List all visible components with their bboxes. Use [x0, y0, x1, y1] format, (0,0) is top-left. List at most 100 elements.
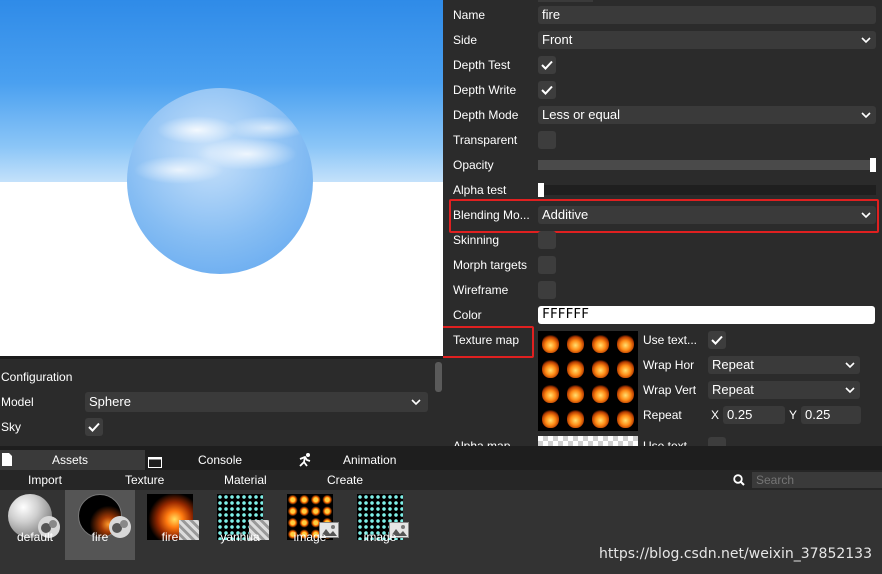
- transparent-label: Transparent: [453, 133, 518, 147]
- checkmark-icon: [88, 422, 100, 432]
- checkmark-icon: [541, 85, 553, 95]
- search-input[interactable]: [752, 472, 882, 488]
- fire-sprite-frame: [542, 359, 559, 378]
- config-scrollbar[interactable]: [435, 362, 442, 392]
- fire-sprite-frame: [592, 359, 609, 378]
- opacity-label: Opacity: [453, 158, 494, 172]
- wireframe-checkbox[interactable]: [538, 281, 556, 299]
- texture-button[interactable]: Texture: [125, 473, 164, 487]
- material-inspector: Name fire Side Front Depth Test Depth Wr…: [443, 0, 882, 446]
- name-input[interactable]: fire: [538, 6, 876, 24]
- depth-mode-label: Depth Mode: [453, 108, 519, 122]
- fire-sprite-frame: [592, 384, 609, 403]
- repeat-x-input[interactable]: 0.25: [723, 406, 785, 424]
- repeat-y-label: Y: [789, 408, 798, 422]
- color-value: FFFFFF: [542, 307, 589, 322]
- tab-assets[interactable]: Assets: [0, 450, 145, 470]
- model-select[interactable]: Sphere: [85, 392, 428, 412]
- skinning-checkbox[interactable]: [538, 231, 556, 249]
- asset-label: fire: [161, 530, 179, 544]
- alpha-test-slider[interactable]: [538, 183, 876, 197]
- alpha-map-preview[interactable]: [538, 436, 638, 446]
- texture-map-preview[interactable]: [538, 331, 638, 431]
- use-texture-label: Use text...: [643, 333, 698, 347]
- asset-item[interactable]: image: [345, 490, 415, 560]
- alpha-map-label: Alpha map: [453, 439, 511, 446]
- configuration-title: Configuration: [1, 370, 73, 384]
- tab-assets-label: Assets: [52, 453, 89, 467]
- top-strip: [538, 0, 593, 2]
- model-select-value: Sphere: [89, 394, 131, 409]
- create-button[interactable]: Create: [327, 473, 363, 487]
- fire-sprite-frame: [567, 409, 584, 428]
- depth-write-checkbox[interactable]: [538, 81, 556, 99]
- color-label: Color: [453, 308, 482, 322]
- sky-label: Sky: [1, 420, 22, 434]
- opacity-slider-thumb[interactable]: [870, 158, 876, 172]
- asset-label: yanhua: [220, 530, 260, 544]
- preview-sphere: [127, 88, 313, 274]
- checkmark-icon: [541, 60, 553, 70]
- material-button[interactable]: Material: [224, 473, 267, 487]
- 3d-viewport[interactable]: [0, 0, 443, 356]
- side-value: Front: [542, 32, 573, 47]
- asset-label: image: [293, 530, 327, 544]
- use-alpha-checkbox[interactable]: [708, 437, 726, 446]
- fire-sprite-frame: [567, 334, 584, 353]
- fire-sprite-frame: [567, 359, 584, 378]
- wrap-vert-label: Wrap Vert: [643, 383, 697, 397]
- depth-mode-select[interactable]: Less or equal: [538, 106, 876, 124]
- repeat-y-value: 0.25: [805, 407, 831, 422]
- fire-sprite-frame: [617, 334, 634, 353]
- fire-sprite-frame: [617, 409, 634, 428]
- morph-targets-checkbox[interactable]: [538, 256, 556, 274]
- asset-item[interactable]: image: [275, 490, 345, 560]
- tab-animation-label: Animation: [343, 453, 397, 467]
- asset-label: image: [363, 530, 397, 544]
- import-button[interactable]: Import: [28, 473, 62, 487]
- depth-test-label: Depth Test: [453, 58, 511, 72]
- wrap-hor-label: Wrap Hor: [643, 358, 695, 372]
- repeat-y-input[interactable]: 0.25: [801, 406, 861, 424]
- fire-sprite-frame: [617, 384, 634, 403]
- repeat-x-label: X: [711, 408, 720, 422]
- side-select[interactable]: Front: [538, 31, 876, 49]
- asset-item[interactable]: default: [0, 490, 70, 560]
- opacity-slider[interactable]: [538, 158, 876, 172]
- transparent-checkbox[interactable]: [538, 131, 556, 149]
- search-icon: [733, 474, 745, 489]
- use-texture-checkbox[interactable]: [708, 331, 726, 349]
- color-input[interactable]: FFFFFF: [538, 306, 875, 324]
- fire-sprite-frame: [542, 334, 559, 353]
- repeat-x-value: 0.25: [727, 407, 753, 422]
- wrap-vert-value: Repeat: [712, 382, 754, 397]
- opacity-slider-fill: [538, 160, 876, 170]
- chevron-down-icon: [844, 356, 856, 379]
- asset-item-selected[interactable]: fire: [65, 490, 135, 560]
- configuration-panel: Configuration Model Sphere Sky: [0, 356, 443, 446]
- name-label: Name: [453, 8, 486, 22]
- side-label: Side: [453, 33, 478, 47]
- morph-targets-label: Morph targets: [453, 258, 528, 272]
- sky-checkbox[interactable]: [85, 418, 103, 436]
- fire-sprite-frame: [592, 334, 609, 353]
- bottom-tab-bar: Assets Console Animation: [0, 446, 882, 470]
- chevron-down-icon: [410, 392, 422, 412]
- fire-sprite-frame: [617, 359, 634, 378]
- alpha-test-slider-thumb[interactable]: [538, 183, 544, 197]
- asset-item[interactable]: fire: [135, 490, 205, 560]
- depth-mode-value: Less or equal: [542, 107, 621, 122]
- fire-sprite-frame: [542, 409, 559, 428]
- depth-write-label: Depth Write: [453, 83, 517, 97]
- chevron-down-icon: [860, 31, 872, 54]
- checkmark-icon: [711, 335, 723, 345]
- wrap-hor-select[interactable]: Repeat: [708, 356, 860, 374]
- blending-highlight-box: [449, 199, 879, 233]
- tab-console-label: Console: [198, 453, 243, 467]
- depth-test-checkbox[interactable]: [538, 56, 556, 74]
- wrap-vert-select[interactable]: Repeat: [708, 381, 860, 399]
- use-alpha-label: Use text...: [643, 439, 698, 446]
- asset-label: default: [16, 530, 54, 544]
- assets-toolbar: Import Texture Material Create: [0, 470, 882, 490]
- asset-item[interactable]: yanhua: [205, 490, 275, 560]
